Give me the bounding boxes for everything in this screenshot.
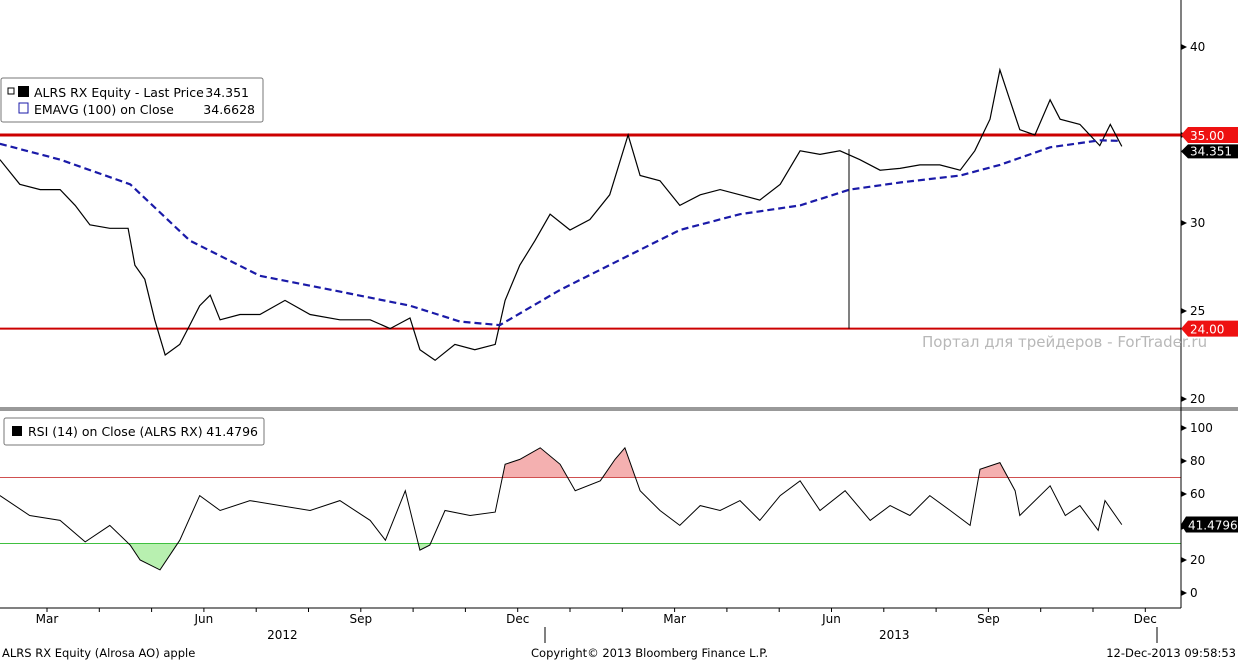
rsi-legend: RSI (14) on Close (ALRS RX) 41.4796 [3, 417, 265, 446]
x-month-label: Dec [1134, 612, 1157, 626]
price-legend-label: ALRS RX Equity - Last Price [34, 85, 204, 100]
footer-timestamp: 12-Dec-2013 09:58:53 [1106, 646, 1236, 660]
rsi-legend-label: RSI (14) on Close (ALRS RX) [28, 424, 203, 439]
last-price-label: 34.351 [1190, 144, 1232, 158]
y-tick-label: 20 [1190, 392, 1205, 406]
x-month-label: Mar [36, 612, 59, 626]
rsi-legend-swatch [12, 426, 22, 436]
rsi-tick-label: 0 [1190, 586, 1198, 600]
panel-divider[interactable] [0, 407, 1238, 411]
rsi-tick-label: 80 [1190, 454, 1205, 468]
x-month-label: Dec [506, 612, 529, 626]
price-legend-swatch [18, 86, 29, 97]
rsi-legend-value: 41.4796 [206, 424, 258, 439]
x-month-label: Sep [977, 612, 1000, 626]
ema-legend-label: EMAVG (100) on Close [34, 102, 174, 117]
footer-copyright: Copyright© 2013 Bloomberg Finance L.P. [531, 646, 768, 660]
x-month-label: Sep [349, 612, 372, 626]
bloomberg-chart: 202530354035.0024.0034.351 0204060801004… [0, 0, 1238, 661]
rsi-tick-label: 100 [1190, 421, 1213, 435]
watermark: Портал для трейдеров - ForTrader.ru [922, 333, 1207, 351]
y-tick-label: 25 [1190, 304, 1205, 318]
x-month-label: Mar [663, 612, 686, 626]
x-month-label: Jun [821, 612, 841, 626]
ema-legend-value: 34.6628 [203, 102, 255, 117]
level-label: 35.00 [1190, 129, 1224, 143]
price-legend: ALRS RX Equity - Last Price 34.351 EMAVG… [0, 77, 264, 123]
rsi-last-label: 41.4796 [1188, 519, 1238, 533]
footer-security: ALRS RX Equity (Alrosa AO) apple [2, 646, 195, 660]
y-tick-label: 40 [1190, 40, 1205, 54]
price-legend-value: 34.351 [205, 85, 249, 100]
y-tick-label: 30 [1190, 216, 1205, 230]
x-year-label: 2013 [879, 628, 910, 642]
rsi-tick-label: 20 [1190, 553, 1205, 567]
x-year-label: 2012 [267, 628, 298, 642]
x-month-label: Jun [194, 612, 214, 626]
rsi-tick-label: 60 [1190, 487, 1205, 501]
